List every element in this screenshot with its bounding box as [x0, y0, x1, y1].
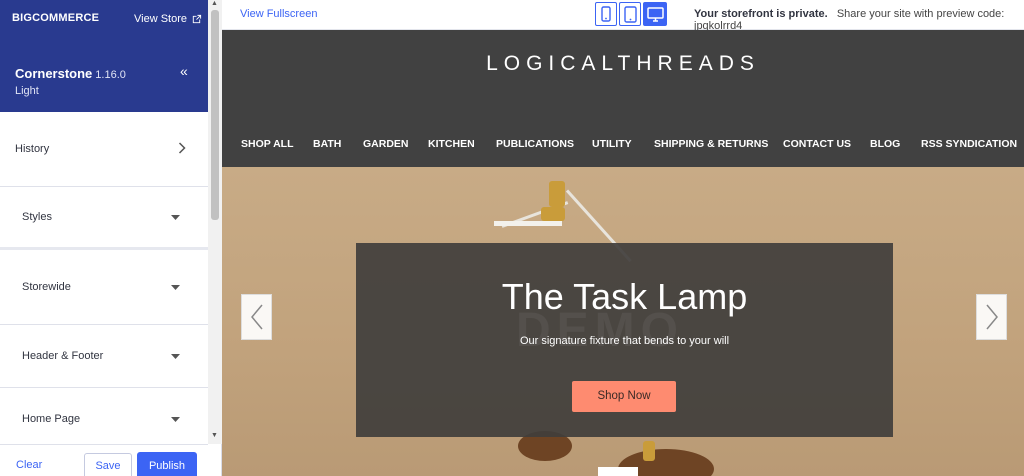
- sidebar-item-label: Storewide: [22, 281, 71, 293]
- private-label: Your storefront is private.: [694, 8, 828, 20]
- sidebar-footer: Clear Save Publish: [0, 444, 208, 476]
- publish-button[interactable]: Publish: [137, 452, 197, 476]
- chevron-left-icon: [250, 304, 263, 330]
- store-header: LOGICALTHREADS SHOP ALL BATH GARDEN KITC…: [222, 30, 1024, 167]
- external-link-icon: [192, 14, 202, 23]
- nav-item-publications[interactable]: PUBLICATIONS: [496, 138, 574, 150]
- theme-variant: Light: [15, 85, 39, 97]
- tablet-icon: [623, 5, 637, 23]
- view-store-label: View Store: [134, 13, 187, 25]
- hero-subtitle: Our signature fixture that bends to your…: [519, 335, 730, 347]
- scrollbar-thumb[interactable]: [211, 10, 219, 220]
- shop-now-button[interactable]: Shop Now: [572, 381, 676, 412]
- tablet-view-button[interactable]: [619, 2, 641, 26]
- nav-item-shipping-returns[interactable]: SHIPPING & RETURNS: [654, 138, 768, 150]
- nav-item-rss-syndication[interactable]: RSS SYNDICATION: [921, 138, 1017, 150]
- store-logo[interactable]: LOGICALTHREADS: [222, 52, 1024, 76]
- caret-down-icon: [171, 210, 180, 224]
- sidebar-item-label: Styles: [22, 211, 52, 223]
- save-button[interactable]: Save: [84, 453, 132, 476]
- sidebar-item-styles[interactable]: Styles: [0, 187, 208, 250]
- sidebar-item-header-footer[interactable]: Header & Footer: [0, 325, 208, 388]
- desktop-icon: [646, 6, 664, 22]
- sidebar-scrollbar[interactable]: ▲ ▼: [208, 0, 222, 444]
- caret-down-icon: [171, 280, 180, 294]
- view-fullscreen-link[interactable]: View Fullscreen: [240, 8, 317, 20]
- storefront-private-notice: Your storefront is private. Share your s…: [694, 8, 1024, 32]
- view-store-link[interactable]: View Store: [134, 13, 202, 25]
- caret-down-icon: [171, 349, 180, 363]
- collapse-sidebar-icon[interactable]: «: [180, 63, 188, 79]
- sidebar-item-home-page[interactable]: Home Page: [0, 388, 208, 444]
- carousel-next-button[interactable]: [976, 294, 1007, 340]
- chevron-right-icon: [985, 304, 998, 330]
- nav-item-contact-us[interactable]: CONTACT US: [783, 138, 851, 150]
- hero-caption-box: DEMO The Task Lamp Our signature fixture…: [356, 243, 893, 437]
- nav-item-shop-all[interactable]: SHOP ALL: [241, 138, 294, 150]
- bigcommerce-logo: BIGCOMMERCE: [12, 12, 100, 24]
- theme-version: 1.16.0: [95, 69, 126, 81]
- scroll-down-icon[interactable]: ▼: [211, 432, 218, 439]
- clear-button[interactable]: Clear: [16, 459, 42, 471]
- mobile-view-button[interactable]: [595, 2, 617, 26]
- hero-title: The Task Lamp: [501, 276, 748, 317]
- hero-carousel: DEMO The Task Lamp Our signature fixture…: [222, 167, 1024, 476]
- storefront-preview: LOGICALTHREADS SHOP ALL BATH GARDEN KITC…: [222, 30, 1024, 476]
- chevron-right-icon: [178, 141, 186, 157]
- theme-editor-sidebar: BIGCOMMERCE View Store Cornerstone 1.16.0…: [0, 0, 222, 476]
- theme-name: Cornerstone 1.16.0: [15, 66, 126, 81]
- preview-toolbar: View Fullscreen Your storefront is priva…: [222, 0, 1024, 32]
- nav-item-blog[interactable]: BLOG: [870, 138, 900, 150]
- nav-item-kitchen[interactable]: KITCHEN: [428, 138, 475, 150]
- scroll-up-icon[interactable]: ▲: [211, 0, 218, 7]
- nav-item-bath[interactable]: BATH: [313, 138, 341, 150]
- theme-name-label: Cornerstone: [15, 66, 93, 81]
- store-navigation: SHOP ALL BATH GARDEN KITCHEN PUBLICATION…: [222, 138, 1024, 154]
- desktop-view-button[interactable]: [643, 2, 667, 26]
- sidebar-item-label: Home Page: [22, 413, 81, 425]
- nav-item-garden[interactable]: GARDEN: [363, 138, 409, 150]
- device-switcher: [595, 2, 667, 26]
- caret-down-icon: [171, 412, 180, 426]
- sidebar-item-label: History: [15, 143, 50, 155]
- sidebar-header: BIGCOMMERCE View Store Cornerstone 1.16.0…: [0, 0, 208, 112]
- sidebar-item-storewide[interactable]: Storewide: [0, 250, 208, 325]
- sidebar-item-history[interactable]: History: [0, 112, 208, 187]
- sidebar-item-label: Header & Footer: [22, 350, 104, 362]
- carousel-prev-button[interactable]: [241, 294, 272, 340]
- sidebar-section-list: History Styles Storewide Header & Footer: [0, 112, 208, 444]
- nav-item-utility[interactable]: UTILITY: [592, 138, 632, 150]
- mobile-icon: [601, 6, 611, 22]
